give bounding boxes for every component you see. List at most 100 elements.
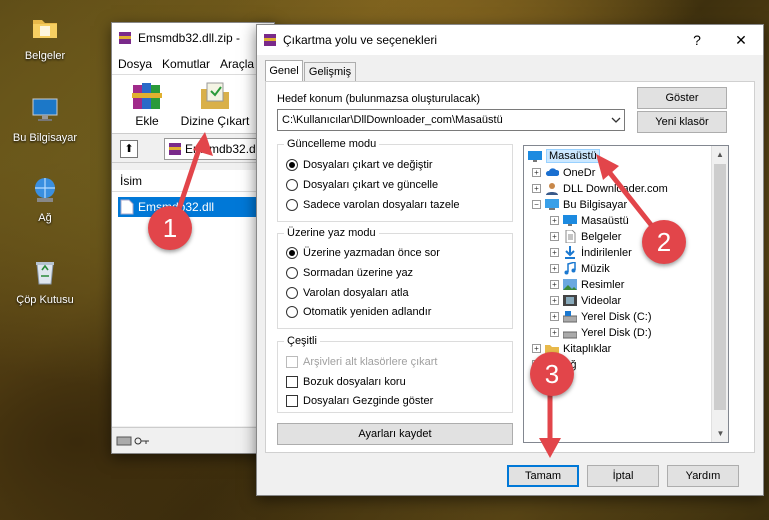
tree-item-music[interactable]: + Müzik xyxy=(550,262,610,275)
desktop-icon-label: Çöp Kutusu xyxy=(16,294,74,306)
user-icon xyxy=(546,183,558,195)
tree-item-disk-c[interactable]: + Yerel Disk (C:) xyxy=(550,310,652,323)
annotation-badge-3: 3 xyxy=(530,352,574,396)
tree-item-disk-d[interactable]: + Yerel Disk (D:) xyxy=(550,326,652,339)
desktop-icon-bu-bilgisayar[interactable]: Bu Bilgisayar xyxy=(6,94,84,144)
video-icon xyxy=(563,295,577,306)
expand-icon[interactable]: + xyxy=(550,328,559,337)
expand-icon[interactable]: + xyxy=(532,168,541,177)
radio-ask-before[interactable]: Üzerine yazmadan önce sor xyxy=(286,247,440,259)
tree-label: Bu Bilgisayar xyxy=(563,198,628,211)
help-title-button[interactable]: ? xyxy=(675,25,719,55)
close-button[interactable]: ✕ xyxy=(719,25,763,55)
ok-button[interactable]: Tamam xyxy=(507,465,579,487)
menu-araclar[interactable]: Araçla xyxy=(220,57,254,71)
desktop-icon-label: Ağ xyxy=(38,212,52,224)
radio-label: Dosyaları çıkart ve güncelle xyxy=(303,179,439,191)
show-button[interactable]: Göster xyxy=(637,87,727,109)
expand-icon[interactable]: + xyxy=(550,264,559,273)
pictures-icon xyxy=(563,279,577,290)
radio-skip-existing[interactable]: Varolan dosyaları atla xyxy=(286,287,409,299)
scroll-down-icon[interactable]: ▼ xyxy=(712,425,728,442)
chevron-down-icon[interactable] xyxy=(608,115,624,125)
help-button[interactable]: Yardım xyxy=(667,465,739,487)
extract-dialog[interactable]: Çıkartma yolu ve seçenekleri ? ✕ Genel G… xyxy=(256,24,764,496)
radio-fresh-existing[interactable]: Sadece varolan dosyaları tazele xyxy=(286,199,460,211)
document-icon xyxy=(565,230,576,243)
expand-icon[interactable]: + xyxy=(550,296,559,305)
tree-item-pictures[interactable]: + Resimler xyxy=(550,278,624,291)
radio-overwrite-without-prompt[interactable]: Sormadan üzerine yaz xyxy=(286,267,413,279)
radio-auto-rename[interactable]: Otomatik yeniden adlandır xyxy=(286,306,431,318)
collapse-icon[interactable]: − xyxy=(532,200,541,209)
desktop-icon-label: Bu Bilgisayar xyxy=(12,132,78,144)
tab-gelismis[interactable]: Gelişmiş xyxy=(304,62,356,82)
expand-icon[interactable]: + xyxy=(550,216,559,225)
dest-label: Hedef konum (bulunmazsa oluşturulacak) xyxy=(277,93,480,105)
check-keep-broken[interactable]: Bozuk dosyaları koru xyxy=(286,376,406,388)
drive-key-icon xyxy=(116,436,149,445)
expand-icon[interactable]: + xyxy=(550,232,559,241)
new-folder-button[interactable]: Yeni klasör xyxy=(637,111,727,133)
menu-komutlar[interactable]: Komutlar xyxy=(162,57,210,71)
tab-genel[interactable]: Genel xyxy=(265,60,303,82)
check-extract-subfolders[interactable]: Arşivleri alt klasörlere çıkart xyxy=(286,356,437,368)
archive-icon xyxy=(169,143,181,155)
tree-item-desktop[interactable]: + Masaüstü xyxy=(550,214,629,227)
tree-item-downloads[interactable]: + İndirilenler xyxy=(550,246,632,259)
radio-label: Sormadan üzerine yaz xyxy=(303,267,414,279)
winrar-pathbar: ⬆ Emsmdb32.dll. xyxy=(112,133,276,163)
folder-icon xyxy=(33,20,57,38)
menu-dosya[interactable]: Dosya xyxy=(118,57,152,71)
radio-dot xyxy=(286,267,298,279)
radio-dot xyxy=(286,247,298,259)
dest-path-combo[interactable]: C:\Kullanıcılar\DllDownloader_com\Masaüs… xyxy=(277,109,625,131)
winrar-titlebar[interactable]: Emsmdb32.dll.zip - xyxy=(112,23,274,53)
save-settings-button[interactable]: Ayarları kaydet xyxy=(277,423,513,445)
cancel-button[interactable]: İptal xyxy=(587,465,659,487)
winrar-title: Emsmdb32.dll.zip - xyxy=(138,31,241,45)
expand-icon[interactable]: + xyxy=(532,344,541,353)
checkbox xyxy=(286,395,298,407)
expand-icon[interactable]: + xyxy=(550,280,559,289)
radio-dot xyxy=(286,179,298,191)
add-button[interactable]: Ekle xyxy=(122,79,172,128)
radio-extract-replace[interactable]: Dosyaları çıkart ve değiştir xyxy=(286,159,433,171)
radio-label: Üzerine yazmadan önce sor xyxy=(303,247,440,259)
up-folder-button[interactable]: ⬆ xyxy=(120,140,138,158)
winrar-statusbar xyxy=(112,427,274,453)
column-header-name[interactable]: İsim xyxy=(112,170,274,192)
folder-tree[interactable]: Masaüstü + OneDr + DLL Downloader.com − … xyxy=(523,145,729,443)
tree-item-desktop-root[interactable]: Masaüstü xyxy=(528,149,600,163)
file-list[interactable]: İsim Emsmdb32.dll xyxy=(112,170,274,426)
computer-icon xyxy=(32,98,58,121)
overwrite-mode-group: Üzerine yaz modu Üzerine yazmadan önce s… xyxy=(277,227,513,329)
tree-item-onedrive[interactable]: + OneDr xyxy=(532,166,595,179)
desktop-icon-belgeler[interactable]: Belgeler xyxy=(6,12,84,62)
file-row[interactable]: Emsmdb32.dll xyxy=(118,197,274,217)
tree-label: Masaüstü xyxy=(546,149,600,163)
extract-to-button[interactable]: Dizine Çıkart xyxy=(178,79,252,128)
radio-extract-update[interactable]: Dosyaları çıkart ve güncelle xyxy=(286,179,438,191)
desktop-icon-cop-kutusu[interactable]: Çöp Kutusu xyxy=(6,256,84,306)
check-show-in-explorer[interactable]: Dosyaları Gezginde göster xyxy=(286,395,433,407)
desktop-icon-ag[interactable]: Ağ xyxy=(6,174,84,224)
winrar-toolbar: Ekle Dizine Çıkart xyxy=(112,75,274,133)
tree-item-user[interactable]: + DLL Downloader.com xyxy=(532,182,668,195)
scroll-up-icon[interactable]: ▲ xyxy=(712,146,728,163)
expand-icon[interactable]: + xyxy=(532,184,541,193)
expand-icon[interactable]: + xyxy=(550,312,559,321)
scroll-thumb[interactable] xyxy=(714,164,726,410)
winrar-window[interactable]: Emsmdb32.dll.zip - Dosya Komutlar Araçla… xyxy=(111,22,276,454)
update-mode-group: Güncelleme modu Dosyaları çıkart ve deği… xyxy=(277,138,513,222)
network-icon xyxy=(35,178,55,202)
expand-icon[interactable]: + xyxy=(550,248,559,257)
tree-scrollbar[interactable]: ▲ ▼ xyxy=(711,146,728,442)
dialog-titlebar[interactable]: Çıkartma yolu ve seçenekleri ? ✕ xyxy=(257,25,763,55)
recycle-bin-icon xyxy=(36,262,54,285)
dest-path-value: C:\Kullanıcılar\DllDownloader_com\Masaüs… xyxy=(282,114,503,126)
tree-item-documents[interactable]: + Belgeler xyxy=(550,230,621,243)
tree-item-this-pc[interactable]: − Bu Bilgisayar xyxy=(532,198,627,211)
checkbox-label: Bozuk dosyaları koru xyxy=(303,376,406,388)
tree-item-videos[interactable]: + Videolar xyxy=(550,294,621,307)
